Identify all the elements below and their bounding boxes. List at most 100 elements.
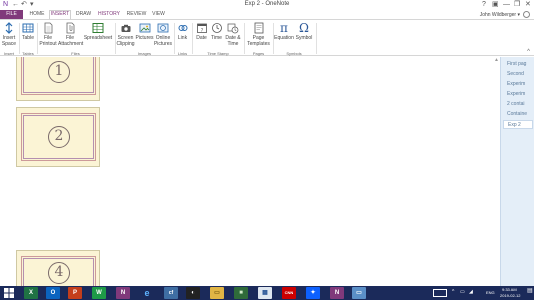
group-label-insert: Insert xyxy=(3,51,14,56)
taskbar-onenote-icon[interactable]: N xyxy=(116,287,130,299)
tab-draw[interactable]: DRAW xyxy=(74,10,93,19)
scroll-up-icon[interactable]: ▲ xyxy=(493,57,500,64)
time-label: Time xyxy=(211,35,222,41)
online-pictures-label: Online Pictures xyxy=(153,35,173,47)
page-item[interactable]: Experim xyxy=(503,90,533,99)
image-card[interactable]: 2 xyxy=(16,107,100,167)
page-templates-icon xyxy=(253,22,265,34)
tab-home[interactable]: HOME xyxy=(27,10,47,19)
taskbar-dropbox-icon[interactable]: ✦ xyxy=(306,287,320,299)
date-time-label: Date & Time xyxy=(225,35,241,47)
page-item[interactable]: Experim xyxy=(503,80,533,89)
taskbar-app-icon[interactable]: ▦ xyxy=(258,287,272,299)
group-label-symbols: Symbols xyxy=(286,51,302,56)
screen-clipping-label: Screen Clipping xyxy=(116,35,135,47)
page-item[interactable]: Second xyxy=(503,70,533,79)
tab-insert[interactable]: INSERT xyxy=(49,10,71,19)
file-printout-button[interactable]: File Printout xyxy=(38,22,58,47)
clock-date[interactable]: 2019-02-12 xyxy=(500,293,520,298)
camera-icon xyxy=(120,22,132,34)
title-bar: N ← ↶ ▾ Exp 2 - OneNote ? ▣ — ❐ ✕ xyxy=(0,0,534,10)
tab-view[interactable]: VIEW xyxy=(150,10,167,19)
image-card[interactable]: 1 xyxy=(16,57,100,101)
taskbar-app-icon[interactable]: ◐ xyxy=(186,287,200,299)
equation-button[interactable]: π Equation xyxy=(274,22,294,41)
tab-history[interactable]: HISTORY xyxy=(96,10,122,19)
tab-review[interactable]: REVIEW xyxy=(125,10,148,19)
taskbar-powerpoint-icon[interactable]: P xyxy=(68,287,82,299)
pages-pane: First pag Second Experim Experim 2 conta… xyxy=(500,57,534,286)
clock-icon xyxy=(211,22,223,34)
user-avatar[interactable] xyxy=(523,11,530,18)
group-label-links: Links xyxy=(177,51,188,56)
language-indicator[interactable]: ENG xyxy=(486,290,495,295)
taskbar-excel-icon[interactable]: X xyxy=(24,287,38,299)
file-printout-icon xyxy=(42,22,54,34)
pictures-button[interactable]: Pictures xyxy=(135,22,154,41)
equation-label: Equation xyxy=(274,35,294,41)
help-button[interactable]: ? xyxy=(482,0,486,9)
image-card[interactable]: 4 xyxy=(16,250,100,286)
table-button[interactable]: Table xyxy=(21,22,35,41)
network-icon[interactable]: ◢ xyxy=(469,290,473,295)
file-attachment-button[interactable]: File Attachment xyxy=(58,22,83,47)
time-button[interactable]: Time xyxy=(209,22,224,41)
page-item[interactable]: First pag xyxy=(503,60,533,69)
taskbar-app-icon[interactable]: ▭ xyxy=(352,287,366,299)
spreadsheet-button[interactable]: Spreadsheet xyxy=(83,22,113,41)
start-button[interactable] xyxy=(2,287,16,299)
taskbar-cnn-icon[interactable]: CNN xyxy=(282,287,296,299)
taskbar-onenote-icon[interactable]: N xyxy=(330,287,344,299)
ribbon-display-icon[interactable]: ▣ xyxy=(492,0,499,9)
page-templates-button[interactable]: Page Templates xyxy=(245,22,272,47)
date-label: Date xyxy=(196,35,207,41)
minimize-button[interactable]: — xyxy=(503,0,510,9)
symbol-label: Symbol xyxy=(295,35,313,41)
link-button[interactable]: Link xyxy=(175,22,190,41)
symbol-button[interactable]: Ω Symbol xyxy=(294,22,314,41)
note-canvas[interactable]: 1 2 4 xyxy=(0,57,500,286)
keyboard-icon[interactable] xyxy=(433,289,447,297)
insert-space-label: Insert Space xyxy=(1,35,17,47)
battery-icon[interactable]: ▭ xyxy=(460,290,465,295)
taskbar-ie-icon[interactable]: e xyxy=(140,287,154,299)
notifications-icon[interactable]: ▤ xyxy=(527,288,533,294)
ribbon-tabs: FILE HOME INSERT DRAW HISTORY REVIEW VIE… xyxy=(0,10,534,19)
picture-icon xyxy=(139,22,151,34)
group-divider xyxy=(19,23,20,54)
user-menu-chevron-icon[interactable]: ▾ xyxy=(517,12,520,18)
table-label: Table xyxy=(22,35,34,41)
tab-file[interactable]: FILE xyxy=(0,10,23,19)
page-item[interactable]: 2 contai xyxy=(503,100,533,109)
group-label-files: Files xyxy=(71,51,80,56)
online-pictures-button[interactable]: Online Pictures xyxy=(153,22,173,47)
taskbar-app-icon[interactable]: ■ xyxy=(234,287,248,299)
collapse-ribbon-button[interactable]: ^ xyxy=(527,49,530,55)
taskbar-file-explorer-icon[interactable]: ▭ xyxy=(210,287,224,299)
date-time-icon xyxy=(227,22,239,34)
window-title: Exp 2 - OneNote xyxy=(244,1,290,7)
date-time-button[interactable]: Date & Time xyxy=(224,22,242,47)
group-divider xyxy=(192,23,193,54)
tray-chevron-icon[interactable]: ^ xyxy=(452,290,454,295)
taskbar-app-icon[interactable]: cf xyxy=(164,287,178,299)
user-name[interactable]: John Wildberger ▾ xyxy=(480,11,520,19)
date-button[interactable]: 7 Date xyxy=(194,22,209,41)
insert-space-button[interactable]: Insert Space xyxy=(1,22,17,47)
screen-clipping-button[interactable]: Screen Clipping xyxy=(116,22,135,47)
page-item-selected[interactable]: Exp 2 xyxy=(503,120,533,129)
taskbar-app-icon[interactable]: W xyxy=(92,287,106,299)
page-item[interactable]: Containe xyxy=(503,110,533,119)
taskbar-outlook-icon[interactable]: O xyxy=(46,287,60,299)
group-label-pages: Pages xyxy=(252,51,265,56)
close-button[interactable]: ✕ xyxy=(525,0,531,9)
online-picture-icon xyxy=(157,22,169,34)
card-number: 1 xyxy=(54,63,64,79)
clock-time[interactable]: 9:33 AM xyxy=(502,287,517,292)
restore-button[interactable]: ❐ xyxy=(514,0,520,9)
omega-icon: Ω xyxy=(299,21,309,35)
group-label-time-stamp: Time Stamp xyxy=(207,51,229,56)
page-templates-label: Page Templates xyxy=(247,35,270,47)
pictures-label: Pictures xyxy=(135,35,154,41)
paperclip-icon xyxy=(64,22,76,34)
